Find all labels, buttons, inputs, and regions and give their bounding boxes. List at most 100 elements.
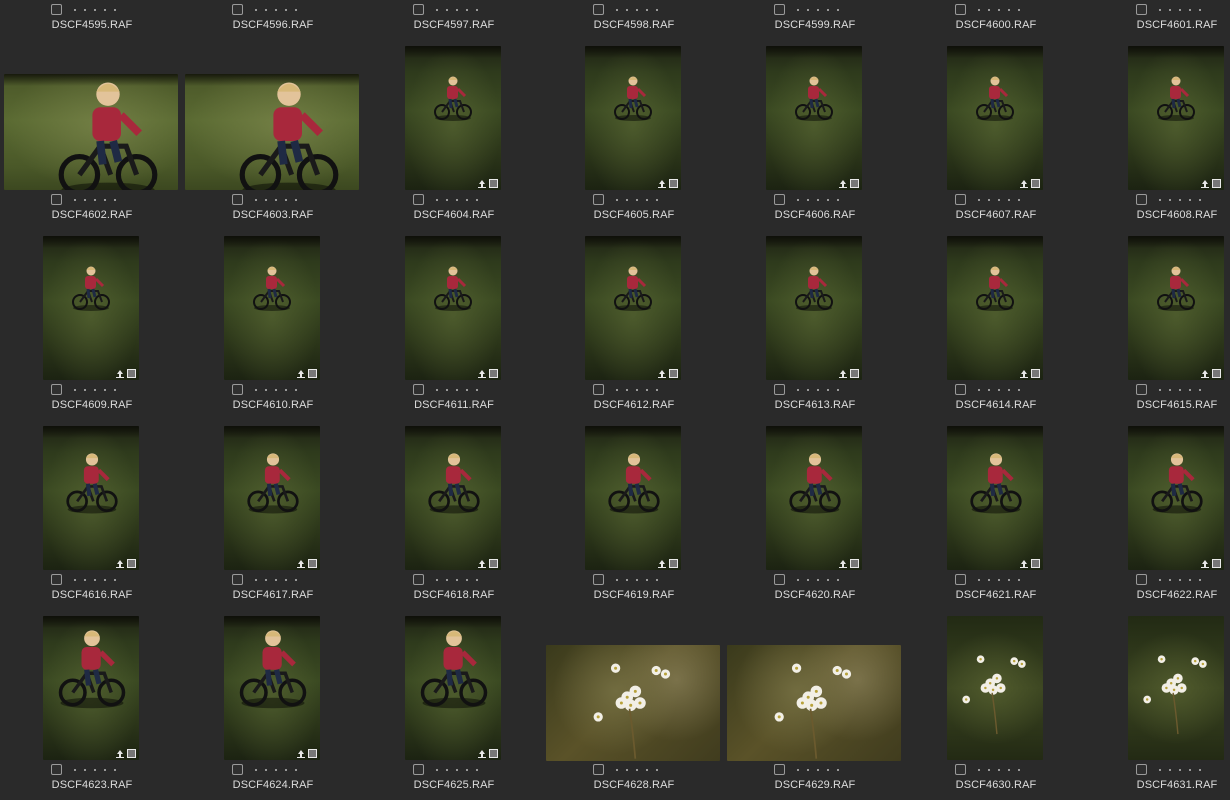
rating-dot[interactable]: [827, 769, 829, 771]
photo-cell[interactable]: DSCF4624.RAF: [185, 574, 361, 791]
star-rating[interactable]: [255, 769, 297, 771]
rating-dot[interactable]: [998, 769, 1000, 771]
rating-dot[interactable]: [1189, 769, 1191, 771]
rating-dot[interactable]: [476, 769, 478, 771]
photo-thumbnail[interactable]: [546, 645, 720, 761]
photo-cell[interactable]: DSCF4604.RAF: [366, 4, 542, 221]
rating-dot[interactable]: [1199, 769, 1201, 771]
photo-thumbnail[interactable]: [43, 236, 139, 380]
rating-dot[interactable]: [797, 769, 799, 771]
rating-dot[interactable]: [1169, 769, 1171, 771]
photo-cell[interactable]: DSCF4612.RAF: [546, 194, 722, 411]
rating-dot[interactable]: [656, 769, 658, 771]
photo-cell[interactable]: DSCF4617.RAF: [185, 384, 361, 601]
photo-cell[interactable]: DSCF4603.RAF: [185, 4, 361, 221]
photo-thumbnail[interactable]: [224, 616, 320, 760]
select-checkbox[interactable]: [413, 764, 424, 775]
photo-thumbnail[interactable]: [585, 426, 681, 570]
rating-dot[interactable]: [295, 769, 297, 771]
photo-thumbnail[interactable]: [585, 236, 681, 380]
photo-cell[interactable]: DSCF4602.RAF: [4, 4, 180, 221]
photo-thumbnail[interactable]: [224, 236, 320, 380]
photo-cell[interactable]: DSCF4618.RAF: [366, 384, 542, 601]
select-checkbox[interactable]: [593, 764, 604, 775]
star-rating[interactable]: [797, 769, 839, 771]
star-rating[interactable]: [616, 769, 658, 771]
photo-thumbnail[interactable]: [766, 426, 862, 570]
photo-thumbnail[interactable]: [1128, 616, 1224, 760]
photo-cell[interactable]: DSCF4611.RAF: [366, 194, 542, 411]
rating-dot[interactable]: [1179, 769, 1181, 771]
photo-thumbnail[interactable]: [405, 236, 501, 380]
photo-cell[interactable]: DSCF4616.RAF: [4, 384, 180, 601]
rating-dot[interactable]: [616, 769, 618, 771]
select-checkbox[interactable]: [1136, 764, 1147, 775]
photo-cell[interactable]: DSCF4607.RAF: [908, 4, 1084, 221]
rating-dot[interactable]: [265, 769, 267, 771]
rating-dot[interactable]: [84, 769, 86, 771]
star-rating[interactable]: [436, 769, 478, 771]
photo-cell[interactable]: DSCF4631.RAF: [1089, 574, 1230, 791]
select-checkbox[interactable]: [774, 764, 785, 775]
rating-dot[interactable]: [1159, 769, 1161, 771]
select-checkbox[interactable]: [955, 764, 966, 775]
photo-thumbnail[interactable]: [405, 46, 501, 190]
photo-cell[interactable]: DSCF4619.RAF: [546, 384, 722, 601]
rating-dot[interactable]: [1018, 769, 1020, 771]
photo-thumbnail[interactable]: [947, 236, 1043, 380]
photo-thumbnail[interactable]: [43, 616, 139, 760]
rating-dot[interactable]: [94, 769, 96, 771]
rating-dot[interactable]: [626, 769, 628, 771]
photo-cell[interactable]: DSCF4609.RAF: [4, 194, 180, 411]
photo-cell[interactable]: DSCF4614.RAF: [908, 194, 1084, 411]
photo-cell[interactable]: DSCF4613.RAF: [727, 194, 903, 411]
photo-thumbnail[interactable]: [766, 46, 862, 190]
photo-cell[interactable]: DSCF4608.RAF: [1089, 4, 1230, 221]
rating-dot[interactable]: [636, 769, 638, 771]
photo-thumbnail[interactable]: [224, 426, 320, 570]
photo-thumbnail[interactable]: [1128, 236, 1224, 380]
photo-cell[interactable]: DSCF4621.RAF: [908, 384, 1084, 601]
photo-thumbnail[interactable]: [766, 236, 862, 380]
photo-thumbnail[interactable]: [405, 426, 501, 570]
rating-dot[interactable]: [978, 769, 980, 771]
rating-dot[interactable]: [817, 769, 819, 771]
photo-cell[interactable]: DSCF4620.RAF: [727, 384, 903, 601]
rating-dot[interactable]: [646, 769, 648, 771]
photo-cell[interactable]: DSCF4622.RAF: [1089, 384, 1230, 601]
star-rating[interactable]: [74, 769, 116, 771]
rating-dot[interactable]: [446, 769, 448, 771]
rating-dot[interactable]: [1008, 769, 1010, 771]
photo-cell[interactable]: DSCF4625.RAF: [366, 574, 542, 791]
rating-dot[interactable]: [436, 769, 438, 771]
photo-thumbnail[interactable]: [43, 426, 139, 570]
photo-thumbnail[interactable]: [4, 74, 178, 190]
rating-dot[interactable]: [807, 769, 809, 771]
rating-dot[interactable]: [285, 769, 287, 771]
rating-dot[interactable]: [104, 769, 106, 771]
star-rating[interactable]: [978, 769, 1020, 771]
photo-cell[interactable]: DSCF4615.RAF: [1089, 194, 1230, 411]
photo-thumbnail[interactable]: [727, 645, 901, 761]
rating-dot[interactable]: [255, 769, 257, 771]
select-checkbox[interactable]: [51, 764, 62, 775]
rating-dot[interactable]: [275, 769, 277, 771]
photo-thumbnail[interactable]: [1128, 426, 1224, 570]
photo-cell[interactable]: DSCF4606.RAF: [727, 4, 903, 221]
rating-dot[interactable]: [837, 769, 839, 771]
photo-thumbnail[interactable]: [947, 426, 1043, 570]
select-checkbox[interactable]: [232, 764, 243, 775]
rating-dot[interactable]: [74, 769, 76, 771]
rating-dot[interactable]: [466, 769, 468, 771]
photo-thumbnail[interactable]: [1128, 46, 1224, 190]
photo-thumbnail[interactable]: [585, 46, 681, 190]
photo-cell[interactable]: DSCF4629.RAF: [727, 574, 903, 791]
photo-cell[interactable]: DSCF4623.RAF: [4, 574, 180, 791]
photo-thumbnail[interactable]: [185, 74, 359, 190]
photo-thumbnail[interactable]: [947, 616, 1043, 760]
photo-cell[interactable]: DSCF4605.RAF: [546, 4, 722, 221]
rating-dot[interactable]: [114, 769, 116, 771]
rating-dot[interactable]: [456, 769, 458, 771]
photo-cell[interactable]: DSCF4630.RAF: [908, 574, 1084, 791]
photo-cell[interactable]: DSCF4610.RAF: [185, 194, 361, 411]
